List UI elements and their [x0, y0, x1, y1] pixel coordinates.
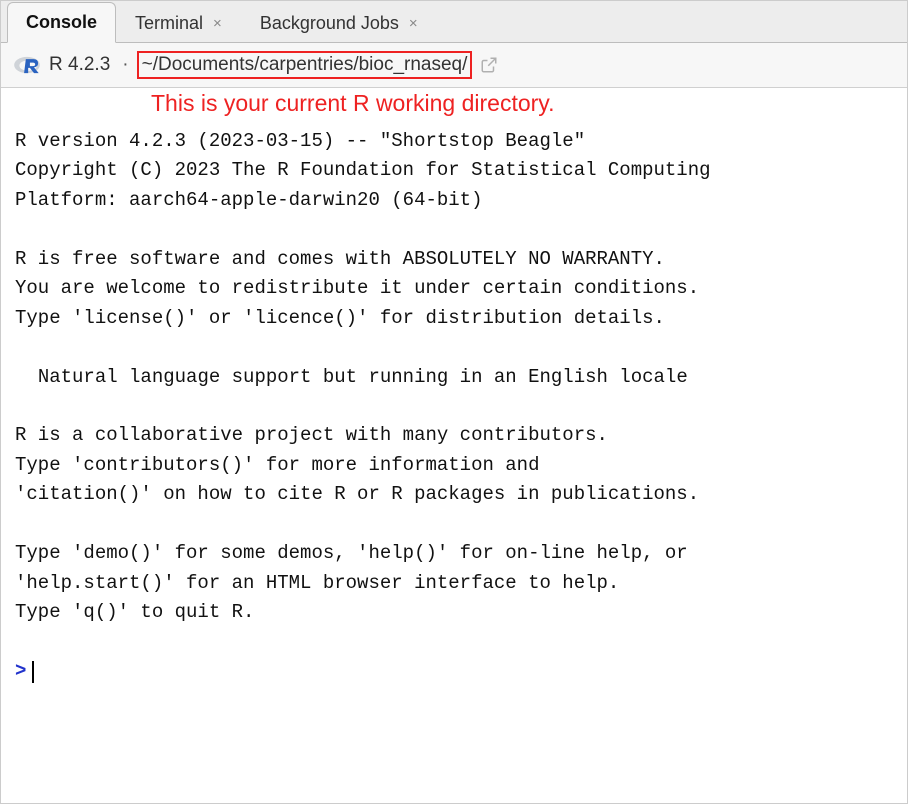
r-version-label: R 4.2.3 [49, 54, 110, 76]
console-panel: Console Terminal × Background Jobs × R 4… [0, 0, 908, 804]
console-startup-text: R version 4.2.3 (2023-03-15) -- "Shortst… [15, 130, 711, 623]
annotation-text: This is your current R working directory… [1, 88, 907, 121]
open-workdir-icon[interactable] [480, 56, 498, 74]
r-logo-icon [13, 53, 41, 77]
text-cursor [32, 661, 34, 683]
tab-background-jobs[interactable]: Background Jobs × [241, 3, 437, 43]
prompt-symbol: > [15, 657, 26, 686]
console-output-area[interactable]: R version 4.2.3 (2023-03-15) -- "Shortst… [1, 121, 907, 803]
close-icon[interactable]: × [409, 16, 418, 31]
close-icon[interactable]: × [213, 16, 222, 31]
tab-console[interactable]: Console [7, 2, 116, 43]
tab-terminal-label: Terminal [135, 13, 203, 34]
tab-console-label: Console [26, 12, 97, 33]
tab-bar: Console Terminal × Background Jobs × [1, 1, 907, 43]
tab-terminal[interactable]: Terminal × [116, 3, 241, 43]
console-prompt-line[interactable]: > [15, 657, 893, 686]
console-info-bar: R 4.2.3 · ~/Documents/carpentries/bioc_r… [1, 43, 907, 88]
working-directory-path[interactable]: ~/Documents/carpentries/bioc_rnaseq/ [137, 51, 473, 79]
separator: · [122, 54, 128, 76]
tab-background-jobs-label: Background Jobs [260, 13, 399, 34]
